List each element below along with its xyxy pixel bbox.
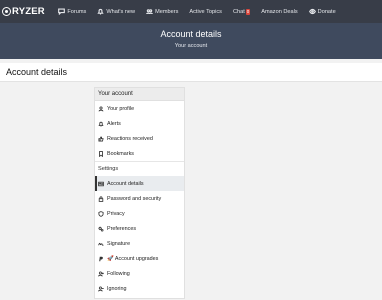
sidebar-item-alerts[interactable]: Alerts [95,116,184,131]
paypal-icon [99,256,103,261]
header-title: Account details [160,29,222,39]
sidebar-item-privacy[interactable]: Privacy [95,206,184,221]
logo[interactable]: RYZER [0,0,45,23]
sidebar-item-label: Following [107,270,130,277]
sidebar-item-label: Preferences [107,225,137,232]
sidebar-item-your-profile[interactable]: Your profile [95,101,184,116]
id-card-icon [98,181,104,186]
sidebar-item-label: Password and security [107,195,162,202]
signature-icon [98,242,104,246]
bell-icon [97,8,104,15]
eye-icon [308,8,316,15]
user-minus-icon [98,286,104,292]
sidebar-section-settings: Settings [95,161,184,176]
nav-forums[interactable]: Forums [53,0,92,23]
chat-count-badge: 0 [245,8,251,15]
logo-text: RYZER [12,6,45,17]
sidebar-item-label: Bookmarks [107,150,134,157]
thumbs-up-icon [98,135,104,142]
nav-active-topics[interactable]: Active Topics [184,0,228,23]
top-nav-bar: RYZER Forums What's new Members Active T… [0,0,382,23]
page-header: Account details Your account [0,23,382,59]
nav-chat[interactable]: Chat 0 [227,0,255,23]
nav-donate[interactable]: Donate [303,0,341,23]
nav-label: Members [155,8,179,15]
header-breadcrumb[interactable]: Your account [0,43,382,49]
sidebar-item-account-details[interactable]: Account details [95,176,184,191]
lock-icon [98,195,104,202]
nav-members[interactable]: Members [141,0,184,23]
nav-label: Amazon Deals [261,8,298,15]
user-icon [98,105,104,112]
sidebar-item-label: Privacy [107,210,125,217]
user-plus-icon [98,271,104,277]
sidebar-item-ignoring[interactable]: Ignoring [95,281,184,296]
chat-bubble-icon [58,8,66,15]
logo-icon [2,7,11,16]
nav-amazon-deals[interactable]: Amazon Deals [256,0,303,23]
sidebar-item-account-upgrades[interactable]: 🚀 Account upgrades [95,251,184,266]
sidebar-item-label: Alerts [107,120,121,127]
nav-whats-new[interactable]: What's new [92,0,141,23]
page-title-bar: Account details [0,63,382,82]
main-nav: Forums What's new Members Active Topics … [53,0,341,23]
nav-label: Active Topics [189,8,222,15]
sidebar-item-preferences[interactable]: Preferences [95,221,184,236]
page-title: Account details [6,67,68,77]
members-icon [146,9,153,15]
sidebar-item-bookmarks[interactable]: Bookmarks [95,146,184,161]
sidebar-item-label: Reactions received [107,135,153,142]
account-sidebar: Your account Your profile Alerts Reactio… [94,87,185,299]
shield-icon [98,210,104,217]
sidebar-item-following[interactable]: Following [95,266,184,281]
nav-label: Forums [67,8,87,15]
gears-icon [98,226,104,231]
sidebar-item-label: Ignoring [107,285,127,292]
sidebar-item-reactions-received[interactable]: Reactions received [95,131,184,146]
sidebar-item-label: 🚀 Account upgrades [107,255,159,262]
bookmark-icon [99,150,103,157]
nav-label: Donate [317,8,336,15]
sidebar-item-label: Signature [107,240,131,247]
sidebar-heading: Your account [95,88,184,101]
nav-label: What's new [106,8,136,15]
sidebar-item-signature[interactable]: Signature [95,236,184,251]
sidebar-item-label: Your profile [107,105,135,112]
sidebar-item-label: Account details [107,180,144,187]
bell-icon [98,121,104,127]
sidebar-item-password-security[interactable]: Password and security [95,191,184,206]
nav-label: Chat [232,8,245,15]
